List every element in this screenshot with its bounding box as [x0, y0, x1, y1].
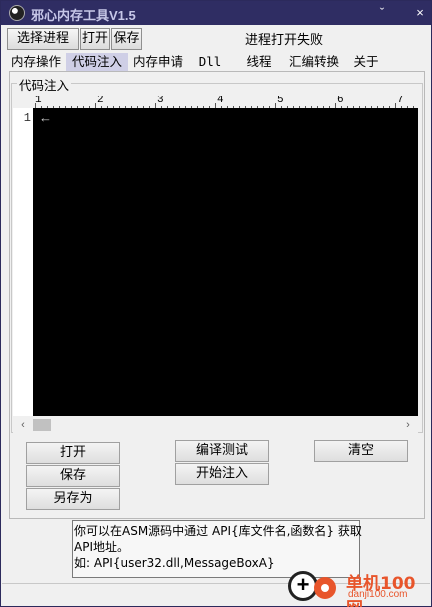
scroll-left-icon[interactable]: ‹ — [15, 416, 31, 434]
horizontal-scrollbar[interactable]: ‹ › — [13, 416, 418, 434]
tab-dll[interactable]: Dll — [197, 53, 223, 71]
scroll-right-icon[interactable]: › — [400, 416, 416, 434]
ruler-number: 3 — [157, 96, 164, 106]
window-title: 邪心内存工具V1.5 — [31, 8, 136, 23]
clear-button[interactable]: 清空 — [314, 440, 408, 462]
ruler-number: 7 — [397, 96, 404, 106]
ruler-number: 6 — [337, 96, 344, 106]
tab-memory-operation[interactable]: 内存操作 — [9, 53, 63, 71]
compile-test-button[interactable]: 编译测试 — [175, 440, 269, 462]
save-process-button[interactable]: 保存 — [111, 28, 142, 50]
minimize-button[interactable]: ˇ — [371, 3, 393, 23]
save-file-button[interactable]: 保存 — [26, 465, 120, 487]
title-bar[interactable]: 邪心内存工具V1.5 ˇ × — [1, 1, 431, 25]
app-logo-icon — [9, 5, 25, 21]
scroll-thumb[interactable] — [33, 419, 51, 431]
group-title: 代码注入 — [17, 75, 72, 94]
asm-code-editor[interactable]: ← — [33, 108, 418, 416]
open-process-button[interactable]: 打开 — [80, 28, 110, 50]
column-ruler: 1 2 3 4 5 6 7 — [13, 96, 418, 108]
select-process-button[interactable]: 选择进程 — [7, 28, 79, 50]
save-as-button[interactable]: 另存为 — [26, 488, 120, 510]
start-inject-button[interactable]: 开始注入 — [175, 463, 269, 485]
hint-line: 你可以在ASM源码中通过 API{库文件名,函数名} 获取 — [74, 524, 362, 538]
line-number-gutter: 1 — [13, 108, 33, 416]
open-file-button[interactable]: 打开 — [26, 442, 120, 464]
caret-arrow-icon: ← — [39, 110, 52, 125]
close-button[interactable]: × — [409, 3, 431, 23]
hint-line: API地址。 — [74, 540, 129, 554]
app-window: 邪心内存工具V1.5 ˇ × 选择进程 打开 保存 进程打开失败 内存操作 代码… — [0, 0, 432, 607]
line-number: 1 — [23, 111, 31, 125]
tab-asm-convert[interactable]: 汇编转换 — [287, 53, 341, 71]
tab-code-injection[interactable]: 代码注入 — [66, 53, 128, 71]
site-watermark: + 单机100网 danji100.com — [286, 567, 431, 607]
watermark-title: 单机100网 — [346, 574, 416, 607]
watermark-dot-icon — [314, 577, 336, 599]
ruler-number: 4 — [217, 96, 224, 106]
tab-thread[interactable]: 线程 — [243, 53, 275, 71]
process-status-text: 进程打开失败 — [245, 33, 324, 48]
ruler-number: 2 — [97, 96, 104, 106]
tab-memory-allocation[interactable]: 内存申请 — [131, 53, 185, 71]
tab-about[interactable]: 关于 — [351, 53, 381, 71]
ruler-number: 5 — [277, 96, 284, 106]
watermark-url: danji100.com — [348, 589, 408, 600]
